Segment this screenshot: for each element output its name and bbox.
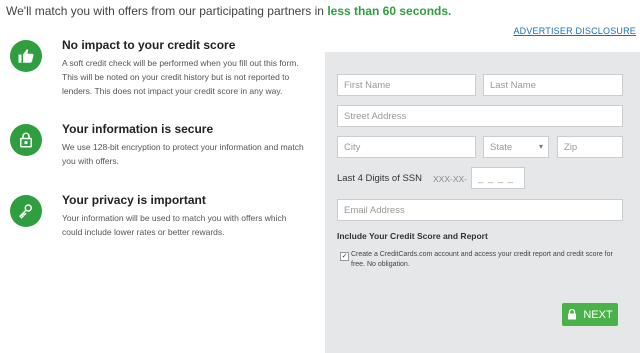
state-select[interactable]: State bbox=[483, 136, 549, 158]
feature-text: A soft credit check will be performed wh… bbox=[62, 58, 299, 96]
lock-icon bbox=[10, 124, 42, 156]
feature-text: Your information will be used to match y… bbox=[62, 213, 287, 237]
feature-title: Your privacy is important bbox=[62, 193, 206, 207]
feature-title: Your information is secure bbox=[62, 122, 214, 136]
credit-score-title: Include Your Credit Score and Report bbox=[337, 231, 488, 241]
consent-checkbox[interactable]: ✓ bbox=[340, 252, 349, 261]
intro-text: We'll match you with offers from our par… bbox=[6, 4, 451, 18]
ssn-label: Last 4 Digits of SSN bbox=[337, 173, 423, 184]
first-name-input[interactable]: First Name bbox=[337, 74, 476, 96]
ssn-prefix: XXX-XX- bbox=[433, 174, 468, 184]
feature-title: No impact to your credit score bbox=[62, 38, 236, 52]
email-input[interactable]: Email Address bbox=[337, 199, 623, 221]
lock-icon bbox=[568, 309, 577, 320]
street-address-input[interactable]: Street Address bbox=[337, 105, 623, 127]
zip-input[interactable]: Zip bbox=[557, 136, 623, 158]
consent-text: Create a CreditCards.com account and acc… bbox=[351, 251, 613, 268]
advertiser-disclosure-link[interactable]: ADVERTISER DISCLOSURE bbox=[513, 26, 636, 36]
ssn-input[interactable]: _ _ _ _ bbox=[471, 167, 525, 189]
feature-text: We use 128-bit encryption to protect you… bbox=[62, 142, 304, 166]
intro-main: We'll match you with offers from our par… bbox=[6, 4, 328, 18]
next-button[interactable]: NEXT bbox=[562, 303, 618, 326]
last-name-input[interactable]: Last Name bbox=[483, 74, 623, 96]
intro-highlight: less than 60 seconds. bbox=[327, 4, 452, 18]
city-input[interactable]: City bbox=[337, 136, 476, 158]
key-icon bbox=[10, 195, 42, 227]
next-label: NEXT bbox=[583, 308, 613, 321]
thumbs-up-icon bbox=[10, 40, 42, 72]
